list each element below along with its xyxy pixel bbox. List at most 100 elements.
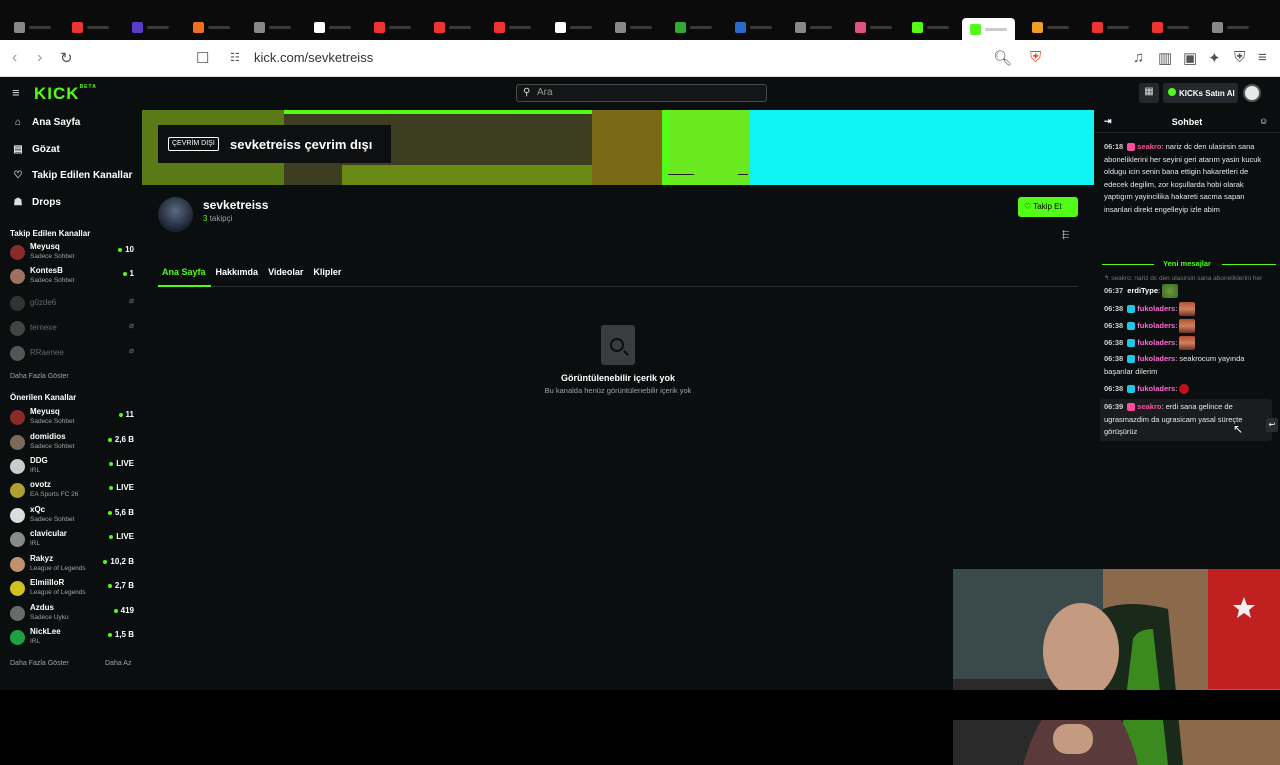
browser-tab[interactable] <box>72 20 109 34</box>
media-icon[interactable]: ♫ <box>1133 49 1144 66</box>
nav-home[interactable]: ⌂ Ana Sayfa <box>12 117 80 128</box>
browser-tab[interactable] <box>254 20 291 34</box>
chat-message[interactable]: 06:38 fukoladers: <box>1104 336 1274 350</box>
chat-message[interactable]: 06:37 erdiType: <box>1104 284 1274 298</box>
wallet-icon[interactable]: ▣ <box>1183 49 1197 67</box>
channel-avatar[interactable] <box>158 197 193 232</box>
channel-name[interactable]: sevketreiss <box>203 198 268 212</box>
browser-tab[interactable] <box>1032 20 1069 34</box>
buy-kicks-button[interactable]: KICKs Satın Al <box>1163 83 1238 103</box>
avatar <box>10 557 25 572</box>
chat-message[interactable]: 06:38 fukoladers: <box>1104 319 1274 333</box>
recommended-channel[interactable]: Meyusq Sadece Sohbet 11 <box>10 407 134 429</box>
url-text[interactable]: kick.com/sevketreiss <box>254 50 373 65</box>
tab-clips[interactable]: Klipler <box>313 267 341 277</box>
search-placeholder: Ara <box>537 87 553 98</box>
live-dot-icon <box>109 485 114 490</box>
forward-icon[interactable]: › <box>37 49 42 67</box>
recommended-channel[interactable]: Azdus Sadece Uyku 419 <box>10 603 134 625</box>
avatar <box>10 296 25 311</box>
bookmark-icon[interactable]: ☐ <box>196 49 209 67</box>
offline-icon: ⌀ <box>129 321 134 330</box>
live-dot-icon <box>109 461 114 466</box>
browser-tab[interactable] <box>795 20 832 34</box>
followed-channel[interactable]: Meyusq Sadece Sohbet 10 <box>10 242 134 264</box>
browser-tab[interactable] <box>374 20 411 34</box>
users-icon[interactable]: ☺ <box>1259 116 1268 126</box>
sidebar-icon[interactable]: ▥ <box>1158 49 1172 67</box>
back-icon[interactable]: ‹ <box>12 49 17 67</box>
browser-tab[interactable] <box>735 20 772 34</box>
reply-text: seakro: nariz dc den ulasirsin sana abon… <box>1111 275 1263 282</box>
reply-button-icon[interactable]: ↩ <box>1266 418 1278 432</box>
browser-tab[interactable] <box>1212 20 1249 34</box>
tab-about[interactable]: Hakkımda <box>216 267 259 277</box>
browser-tab[interactable] <box>555 20 592 34</box>
browser-tab[interactable] <box>494 20 531 34</box>
channel-name: g0zde6 <box>30 298 57 307</box>
chat-message[interactable]: 06:38 fukoladers: <box>1104 302 1274 316</box>
gift-icon: ☗ <box>13 197 23 208</box>
user-avatar[interactable] <box>1243 84 1261 102</box>
followed-channel[interactable]: KontesB Sadece Sohbet 1 <box>10 266 134 288</box>
nav-drops[interactable]: ☗ Drops <box>12 197 61 208</box>
recommended-channel[interactable]: NickLee IRL 1,5 B <box>10 627 134 649</box>
vpn-icon[interactable]: ⛨ <box>1234 49 1245 66</box>
leo-icon[interactable]: ✦ <box>1208 49 1221 67</box>
recommended-channel[interactable]: domidios Sadece Sohbet 2,6 B <box>10 432 134 454</box>
browser-tab[interactable] <box>675 20 712 34</box>
tab-videos[interactable]: Videolar <box>268 267 303 277</box>
chat-message[interactable]: 06:38 fukoladers: <box>1104 383 1274 396</box>
channel-name: ovotz <box>30 480 51 489</box>
show-more-recommended[interactable]: Daha Fazla Göster <box>10 660 69 667</box>
kick-logo[interactable]: KICKBETA <box>34 84 97 104</box>
tab-home[interactable]: Ana Sayfa <box>162 267 206 277</box>
browser-tab[interactable] <box>434 20 471 34</box>
chat-message-highlighted[interactable]: 06:39 seakro: erdi sana gelince de ugras… <box>1100 399 1272 441</box>
search-input[interactable]: ⚲ Ara <box>516 84 767 102</box>
chat-message[interactable]: 06:38 fukoladers: seakrocum yayında başa… <box>1104 353 1274 378</box>
followed-channel[interactable]: g0zde6 ⌀ <box>10 293 134 315</box>
recommended-channel[interactable]: xQc Sadece Sohbet 5,6 B <box>10 505 134 527</box>
recommended-channel[interactable]: clavicular IRL LIVE <box>10 529 134 551</box>
viewer-count: LIVE <box>109 483 134 492</box>
browser-tab[interactable] <box>855 20 892 34</box>
browser-tab[interactable] <box>912 20 949 34</box>
recommended-channel[interactable]: ovotz EA Sports FC 26 LIVE <box>10 480 134 502</box>
channel-category: Sadece Sohbet <box>30 418 75 425</box>
viewer-count: 10,2 B <box>103 557 134 566</box>
chat-message[interactable]: 06:18 seakro: nariz dc den ulasirsin san… <box>1104 141 1274 216</box>
browser-tab[interactable] <box>1152 20 1189 34</box>
recommended-channel[interactable]: Rakyz League of Legends 10,2 B <box>10 554 134 576</box>
browser-tab[interactable] <box>314 20 351 34</box>
browser-tab[interactable] <box>615 20 652 34</box>
followed-channel[interactable]: ternexe ⌀ <box>10 318 134 340</box>
browser-tab[interactable] <box>193 20 230 34</box>
viewer-count-text: LIVE <box>116 532 134 541</box>
nav-browse[interactable]: ▤ Gözat <box>12 144 60 155</box>
menu-icon[interactable]: ≡ <box>1258 49 1267 66</box>
share-icon[interactable]: ⬱ <box>1062 229 1069 240</box>
avatar <box>10 346 25 361</box>
browser-tab[interactable] <box>132 20 169 34</box>
show-less-recommended[interactable]: Daha Az <box>105 660 131 667</box>
brave-shield-icon[interactable]: ⛨ <box>1030 49 1041 66</box>
recommended-channel[interactable]: DDG IRL LIVE <box>10 456 134 478</box>
grid-icon[interactable]: ▦ <box>1139 83 1159 103</box>
browser-tab-active[interactable] <box>962 18 1015 40</box>
follow-button[interactable]: ♡ Takip Et <box>1018 197 1078 217</box>
followed-channel[interactable]: RRaenee ⌀ <box>10 343 134 365</box>
browser-tab[interactable] <box>14 20 51 34</box>
site-info-icon[interactable]: ☷ <box>230 51 240 64</box>
browser-tab[interactable] <box>1092 20 1129 34</box>
collapse-chat-icon[interactable]: ⇥ <box>1104 116 1112 127</box>
reload-icon[interactable]: ↻ <box>60 49 73 67</box>
zoom-icon[interactable]: 🔍︎ <box>993 49 1012 67</box>
viewer-count-text: 419 <box>120 606 134 615</box>
hamburger-menu-icon[interactable]: ≡ <box>12 85 20 100</box>
home-icon: ⌂ <box>14 117 22 128</box>
viewer-count: 2,7 B <box>107 581 134 590</box>
nav-following[interactable]: ♡ Takip Edilen Kanallar <box>12 170 133 181</box>
recommended-channel[interactable]: ElmiilloR League of Legends 2,7 B <box>10 578 134 600</box>
message-user: seakro <box>1137 142 1162 151</box>
